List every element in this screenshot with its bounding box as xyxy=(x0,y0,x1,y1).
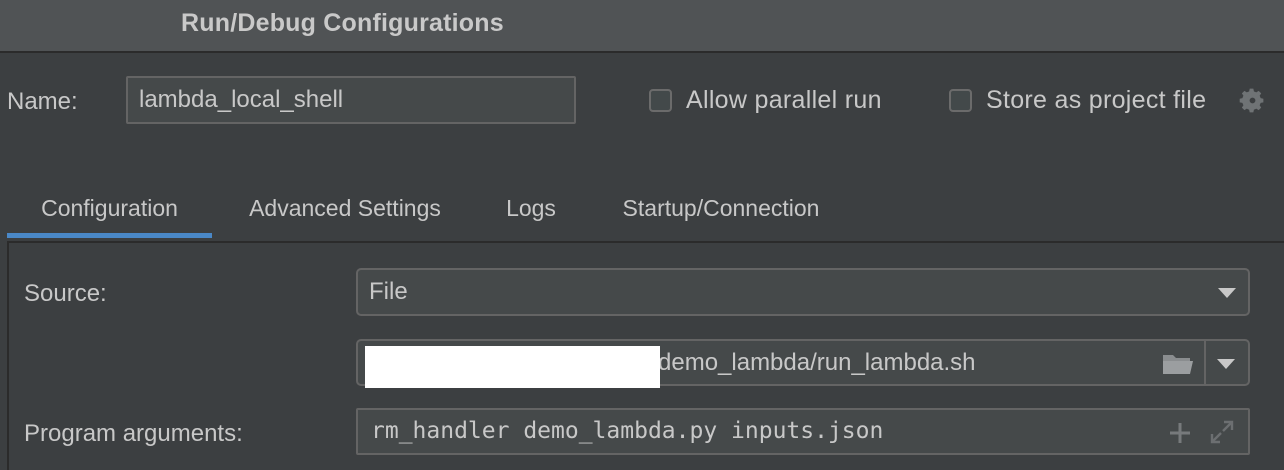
name-input[interactable]: lambda_local_shell xyxy=(126,76,576,124)
expand-icon[interactable] xyxy=(1208,418,1236,446)
configuration-tabs: Configuration Advanced Settings Logs Sta… xyxy=(0,180,1284,242)
store-as-project-file-option[interactable]: Store as project file xyxy=(949,86,1206,115)
chevron-down-icon[interactable] xyxy=(1217,359,1235,369)
gear-icon[interactable] xyxy=(1238,86,1267,115)
program-arguments-input[interactable]: rm_handler demo_lambda.py inputs.json xyxy=(356,408,1250,455)
tab-configuration[interactable]: Configuration xyxy=(7,180,212,238)
field-divider xyxy=(1204,341,1206,384)
redacted-path-segment xyxy=(365,346,660,388)
source-select-value: File xyxy=(369,278,408,305)
plus-icon[interactable] xyxy=(1168,421,1192,445)
tab-advanced-settings[interactable]: Advanced Settings xyxy=(232,180,458,238)
chevron-down-icon xyxy=(1218,288,1236,298)
source-label: Source: xyxy=(24,280,107,307)
source-select[interactable]: File xyxy=(356,268,1250,316)
window-title: Run/Debug Configurations xyxy=(181,9,504,37)
store-as-project-file-checkbox[interactable] xyxy=(949,89,972,112)
script-path-value: demo_lambda/run_lambda.sh xyxy=(658,349,976,376)
folder-icon[interactable] xyxy=(1162,352,1194,376)
program-arguments-label: Program arguments: xyxy=(24,420,243,447)
title-bar: Run/Debug Configurations xyxy=(0,0,1284,53)
store-as-project-file-label: Store as project file xyxy=(986,86,1207,114)
run-debug-configurations-dialog: Run/Debug Configurations Name: lambda_lo… xyxy=(0,0,1284,470)
tab-startup-connection[interactable]: Startup/Connection xyxy=(604,180,838,238)
program-arguments-value: rm_handler demo_lambda.py inputs.json xyxy=(371,418,884,444)
allow-parallel-run-checkbox[interactable] xyxy=(649,89,672,112)
name-label: Name: xyxy=(7,88,78,115)
tab-logs[interactable]: Logs xyxy=(494,180,568,238)
allow-parallel-run-label: Allow parallel run xyxy=(686,86,882,114)
allow-parallel-run-option[interactable]: Allow parallel run xyxy=(649,86,882,115)
